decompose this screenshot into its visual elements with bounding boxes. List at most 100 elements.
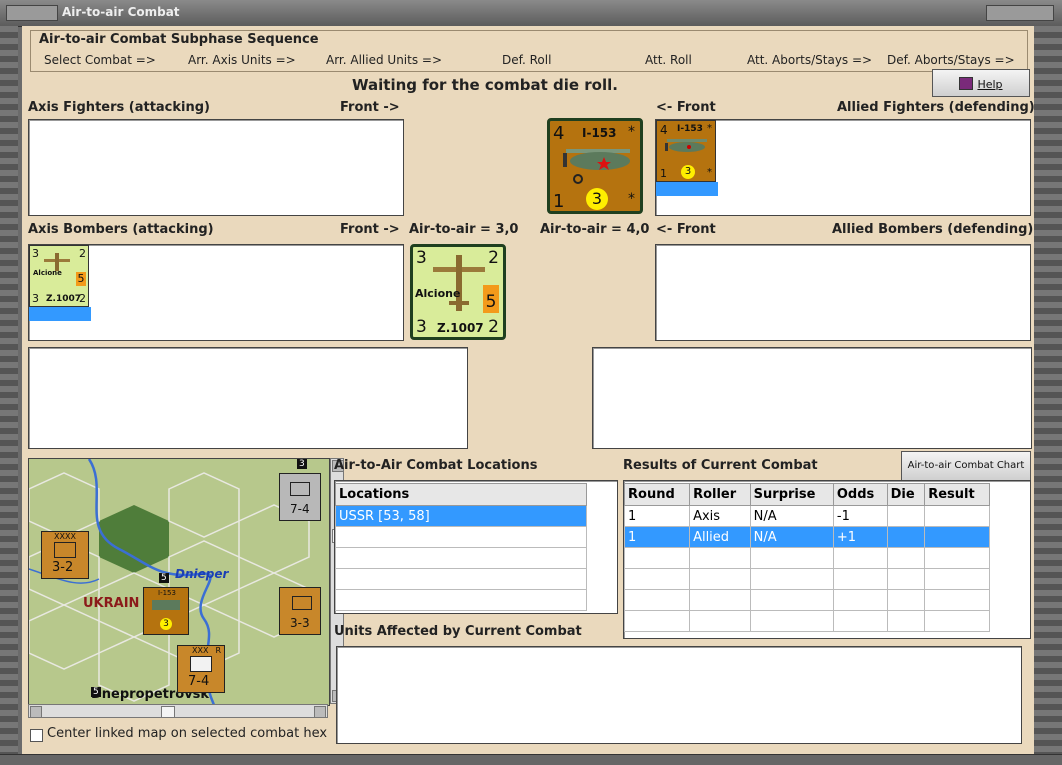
location-row[interactable]: [335, 589, 587, 611]
locations-header: Locations: [335, 483, 587, 506]
result-row[interactable]: [623, 610, 990, 632]
units-affected-box[interactable]: [336, 646, 1022, 744]
step-def-aborts: Def. Aborts/Stays =>: [887, 53, 1015, 67]
axis-fighters-box[interactable]: [28, 119, 404, 216]
map-counter-grey[interactable]: 7-4: [279, 473, 321, 521]
step-def-roll: Def. Roll: [502, 53, 552, 67]
biplane-icon: [563, 149, 630, 184]
map-counter-grey-value: 7-4: [290, 502, 310, 516]
alcione-counter-small[interactable]: 3 2 Alcione 5 3 Z.1007 2: [29, 245, 89, 307]
map-counter-corps-type: XXX: [192, 646, 209, 655]
subphase-title: Air-to-air Combat Subphase Sequence: [39, 32, 319, 47]
map-region-label: UKRAIN: [83, 596, 140, 611]
status-text: Waiting for the combat die roll.: [352, 76, 618, 94]
linked-map[interactable]: Dnieper UKRAIN Dnepropetrovsk XXXX 3-2 X…: [28, 458, 330, 706]
map-counter-corps-mark: R: [215, 646, 221, 655]
allied-extra-box[interactable]: [592, 347, 1032, 449]
alcione-small-name: Alcione: [33, 269, 62, 277]
i153-defense: 1: [553, 191, 565, 212]
location-cell: [335, 568, 587, 590]
alcione-counter-large[interactable]: 3 2 Alcione 5 3 Z.1007 2: [410, 244, 506, 340]
alcione-top-right: 2: [488, 248, 499, 268]
locations-title: Air-to-Air Combat Locations: [334, 458, 538, 473]
help-label: Help: [977, 78, 1003, 91]
results-table-box[interactable]: Round Roller Surprise Odds Die Result 1A…: [623, 480, 1031, 639]
i153-star-top: *: [628, 124, 635, 140]
step-select-combat: Select Combat =>: [44, 53, 156, 67]
alcione-small-defense: 3: [32, 292, 39, 305]
window-frame: Air-to-air Combat Air-to-air Combat Subp…: [0, 0, 1062, 765]
result-row[interactable]: 1 Allied N/A +1: [623, 526, 990, 548]
scroll-left-arrow[interactable]: [30, 706, 42, 718]
title-bar[interactable]: Air-to-air Combat: [0, 0, 1062, 27]
alcione-range: 5: [483, 285, 499, 313]
axis-bombers-box[interactable]: 3 2 Alcione 5 3 Z.1007 2: [28, 244, 404, 341]
i153-selection-bar: [656, 182, 718, 196]
i153-counter-small[interactable]: 4 I-153 * 1 3 *: [656, 120, 716, 182]
location-cell: [335, 547, 587, 569]
alcione-selection-bar: [29, 307, 91, 321]
col-die: Die: [886, 483, 926, 506]
alcione-small-range: 5: [76, 272, 86, 286]
allied-bombers-label: Allied Bombers (defending): [832, 222, 1034, 237]
axis-bombers-label: Axis Bombers (attacking): [28, 222, 214, 237]
map-stack-number-1: 3: [297, 459, 307, 469]
combat-panel: Air-to-air Combat Subphase Sequence Sele…: [22, 26, 1035, 754]
system-menu-button[interactable]: [6, 5, 58, 21]
infantry-icon: [54, 542, 76, 558]
i153-range: 3: [586, 188, 608, 210]
col-surprise: Surprise: [749, 483, 834, 506]
location-row[interactable]: USSR [53, 58]: [335, 505, 587, 527]
scroll-right-arrow[interactable]: [314, 706, 326, 718]
location-row[interactable]: [335, 568, 587, 590]
location-row[interactable]: [335, 526, 587, 548]
window-title: Air-to-air Combat: [62, 5, 180, 19]
result-row[interactable]: [623, 547, 990, 569]
left-border: [0, 26, 18, 756]
location-cell: USSR [53, 58]: [335, 505, 587, 527]
step-att-aborts: Att. Aborts/Stays =>: [747, 53, 873, 67]
map-horizontal-scrollbar[interactable]: [28, 704, 328, 718]
i153-small-range: 3: [681, 165, 695, 179]
map-stack-number-2: 5: [159, 573, 169, 583]
step-arr-allied: Arr. Allied Units =>: [326, 53, 443, 67]
i153-counter-large[interactable]: 4 I-153 * 1 3 *: [547, 118, 643, 214]
units-affected-title: Units Affected by Current Combat: [334, 624, 582, 639]
help-button[interactable]: Help: [932, 69, 1030, 97]
col-result: Result: [924, 483, 990, 506]
biplane-icon: [665, 139, 707, 152]
map-counter-air[interactable]: I-153 3: [143, 587, 189, 635]
bottom-border: [0, 754, 1062, 765]
combat-chart-button[interactable]: Air-to-air Combat Chart: [901, 451, 1031, 481]
result-row[interactable]: [623, 568, 990, 590]
map-counter-army[interactable]: XXXX 3-2: [41, 531, 89, 579]
allied-bombers-box[interactable]: [655, 244, 1031, 341]
map-counter-corps-2[interactable]: 3-3: [279, 587, 321, 635]
i153-star-bottom: *: [628, 191, 635, 207]
results-title: Results of Current Combat: [623, 458, 818, 473]
map-counter-air-range: 3: [160, 618, 172, 630]
map-counter-corps[interactable]: XXX R 7-4: [177, 645, 225, 693]
allied-front-label: <- Front: [656, 100, 716, 115]
allied-air-to-air: Air-to-air = 4,0: [540, 222, 650, 237]
center-map-label: Center linked map on selected combat hex: [47, 726, 328, 741]
center-map-checkbox[interactable]: [30, 729, 43, 742]
locations-list[interactable]: Locations USSR [53, 58]: [334, 480, 618, 614]
window-controls[interactable]: [986, 5, 1054, 21]
step-arr-axis: Arr. Axis Units =>: [188, 53, 296, 67]
bomber-plane-icon: [433, 255, 485, 311]
axis-air-to-air: Air-to-air = 3,0: [409, 222, 519, 237]
location-cell: [335, 589, 587, 611]
axis-bombers-front-label: Front ->: [340, 222, 400, 237]
book-icon: [959, 77, 974, 90]
cross-icon: [290, 482, 310, 496]
location-row[interactable]: [335, 547, 587, 569]
result-row[interactable]: 1 Axis N/A -1: [623, 505, 990, 527]
scroll-thumb-horizontal[interactable]: [161, 706, 175, 718]
i153-small-defense: 1: [660, 167, 667, 180]
allied-fighters-box[interactable]: 4 I-153 * 1 3 *: [655, 119, 1031, 216]
result-row[interactable]: [623, 589, 990, 611]
axis-extra-box[interactable]: [28, 347, 468, 449]
axis-fighters-label: Axis Fighters (attacking): [28, 100, 210, 115]
i153-name: I-153: [582, 126, 617, 140]
